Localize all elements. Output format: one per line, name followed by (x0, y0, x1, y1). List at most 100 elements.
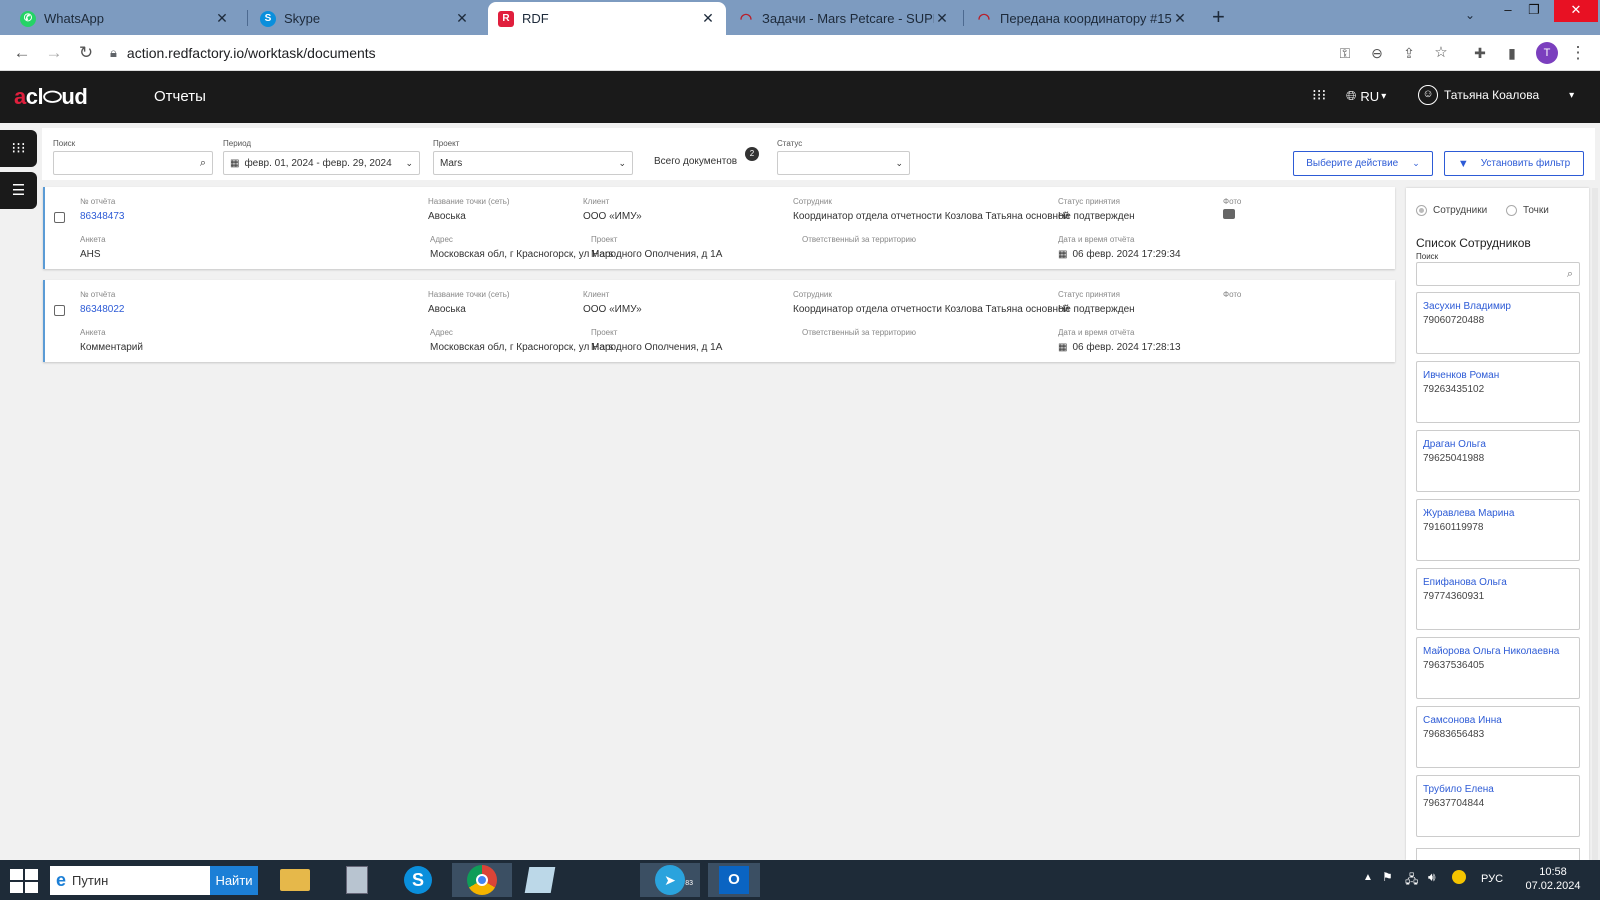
notes-app-icon[interactable] (520, 863, 560, 897)
share-icon[interactable]: ⇪ (1397, 41, 1421, 65)
address-bar[interactable]: 🔒︎ action.redfactory.io/worktask/documen… (110, 39, 1350, 67)
employee-name[interactable]: Засухин Владимир (1423, 300, 1573, 314)
employee-name[interactable]: Ивченков Роман (1423, 369, 1573, 383)
close-icon[interactable]: ✕ (454, 10, 470, 27)
project-select[interactable]: Mars ⌄ (433, 151, 633, 175)
key-icon[interactable]: ⚿ (1333, 41, 1357, 65)
chevron-down-icon: ⌄ (895, 157, 903, 168)
employee-card[interactable]: Майорова Ольга Николаевна 79637536405 (1416, 637, 1580, 699)
radio-employees[interactable]: Сотрудники (1416, 205, 1487, 216)
employee-phone: 79625041988 (1423, 453, 1485, 464)
employees-list-title: Список Сотрудников (1416, 236, 1531, 250)
explorer-icon[interactable] (275, 863, 315, 897)
report-card[interactable]: № отчёта 86348022 Название точки (сеть) … (43, 280, 1395, 362)
close-icon[interactable]: ✕ (1172, 10, 1188, 27)
datetime-row: ▦ 06 февр. 2024 17:28:13 (1058, 342, 1181, 353)
profile-avatar[interactable]: T (1536, 42, 1558, 64)
action-center-flag-icon[interactable]: ⚑ (1382, 870, 1393, 884)
tab-whatsapp[interactable]: ✆ WhatsApp ✕ (10, 2, 240, 35)
calendar-icon: ▦ (1058, 249, 1068, 260)
report-checkbox[interactable] (54, 305, 65, 316)
apps-menu-button[interactable]: ⁝⁝⁝ (0, 130, 37, 167)
restore-button[interactable]: ❐ (1512, 0, 1556, 22)
taskbar-search-input[interactable]: e Путин (50, 866, 210, 895)
report-checkbox[interactable] (54, 212, 65, 223)
extensions-icon[interactable]: ✚ (1468, 41, 1492, 65)
report-number-link[interactable]: 86348473 (80, 211, 125, 222)
employee-card[interactable]: Засухин Владимир 79060720488 (1416, 292, 1580, 354)
employee-name[interactable]: Трубило Елена (1423, 783, 1573, 797)
network-icon[interactable]: 🖧︎ (1405, 870, 1418, 891)
language-selector[interactable]: 🌐︎ RU ▾ (1346, 88, 1386, 104)
status-select[interactable]: ⌄ (777, 151, 910, 175)
new-tab-button[interactable]: + (1212, 4, 1225, 30)
user-menu[interactable]: ☺ Татьяна Коалова ▾ (1418, 85, 1574, 105)
close-icon[interactable]: ✕ (700, 10, 716, 27)
hamburger-menu-button[interactable]: ☰ (0, 172, 37, 209)
employee-card[interactable]: Трубило Елена 79637704844 (1416, 775, 1580, 837)
employee-name[interactable]: Самсонова Инна (1423, 714, 1573, 728)
employee-card[interactable]: Журавлева Марина 79160119978 (1416, 499, 1580, 561)
browser-menu-icon[interactable]: ⋮ (1566, 41, 1590, 65)
skype-icon[interactable]: S (398, 863, 438, 897)
telegram-icon[interactable]: ➤ 83 (640, 863, 700, 897)
employee-name[interactable]: Майорова Ольга Николаевна (1423, 645, 1573, 659)
tab-coordinator[interactable]: ◠ Передана координатору #1562 ✕ (966, 2, 1198, 35)
clock[interactable]: 10:58 07.02.2024 (1518, 866, 1588, 892)
panel-search-input[interactable]: ⌕ (1416, 262, 1580, 286)
tray-expand-icon[interactable]: ▲ (1363, 872, 1373, 883)
form-label: Анкета (80, 235, 106, 244)
close-icon[interactable]: ✕ (214, 10, 230, 27)
project-label: Проект (591, 328, 618, 337)
calculator-icon[interactable] (337, 863, 377, 897)
client-label: Клиент (583, 290, 610, 299)
point-label: Название точки (сеть) (428, 290, 510, 299)
employee-label: Сотрудник (793, 290, 832, 299)
employee-card[interactable]: Ивченков Роман 79263435102 (1416, 361, 1580, 423)
search-input[interactable]: ⌕ (53, 151, 213, 175)
employee-name[interactable]: Журавлева Марина (1423, 507, 1573, 521)
tray-app-icon[interactable] (1452, 870, 1466, 884)
tab-skype[interactable]: S Skype ✕ (250, 2, 480, 35)
globe-icon: 🌐︎ (1346, 88, 1357, 103)
apps-grid-icon[interactable]: ⁝⁝⁝ (1312, 86, 1326, 104)
close-icon[interactable]: ✕ (934, 10, 950, 27)
app-logo[interactable]: aacloudcl⬭ud (14, 84, 88, 110)
bookmark-star-icon[interactable]: ☆ (1429, 41, 1453, 65)
employee-card[interactable]: Епифанова Ольга 79774360931 (1416, 568, 1580, 630)
tab-mars-tasks[interactable]: ◠ Задачи - Mars Petcare - SUPPOR ✕ (728, 2, 960, 35)
volume-icon[interactable]: 🔊︎ (1428, 870, 1436, 885)
choose-action-button[interactable]: Выберите действие ⌄ (1293, 151, 1433, 176)
app-header: aacloudcl⬭ud Отчеты ⁝⁝⁝ 🌐︎ RU ▾ ☺ Татьян… (0, 71, 1600, 123)
close-window-button[interactable]: ✕ (1554, 0, 1598, 22)
employee-name[interactable]: Епифанова Ольга (1423, 576, 1573, 590)
outlook-icon[interactable]: O (708, 863, 760, 897)
employee-card[interactable]: Самсонова Инна 79683656483 (1416, 706, 1580, 768)
report-number-link[interactable]: 86348022 (80, 304, 125, 315)
zoom-icon[interactable]: ⊖ (1365, 41, 1389, 65)
client-value: ООО «ИМУ» (583, 304, 642, 315)
taskbar-search-button[interactable]: Найти (210, 866, 258, 895)
radio-points[interactable]: Точки (1506, 205, 1549, 216)
input-language[interactable]: РУС (1481, 873, 1503, 885)
tab-rdf[interactable]: R RDF ✕ (488, 2, 726, 35)
set-filter-button[interactable]: ▼ Установить фильтр (1444, 151, 1584, 176)
camera-icon[interactable] (1223, 209, 1235, 219)
employee-name[interactable]: Драган Ольга (1423, 438, 1573, 452)
language-label: RU (1360, 88, 1380, 104)
reload-button[interactable]: ↻ (74, 41, 98, 65)
side-panel-icon[interactable]: ▮ (1500, 41, 1524, 65)
back-button[interactable]: ← (10, 41, 34, 65)
chrome-icon[interactable] (452, 863, 512, 897)
period-picker[interactable]: ▦ февр. 01, 2024 - февр. 29, 2024 ⌄ (223, 151, 420, 175)
employee-card[interactable] (1416, 848, 1580, 860)
forward-button[interactable]: → (42, 41, 66, 65)
employee-phone: 79637536405 (1423, 660, 1485, 671)
tab-search-chevron-icon[interactable]: ⌄ (1465, 8, 1475, 22)
windows-start-icon[interactable] (10, 869, 38, 893)
rdf-icon: R (498, 10, 514, 27)
search-icon: ⌕ (1566, 267, 1573, 280)
employee-card[interactable]: Драган Ольга 79625041988 (1416, 430, 1580, 492)
report-card[interactable]: № отчёта 86348473 Название точки (сеть) … (43, 187, 1395, 269)
scrollbar[interactable] (1592, 188, 1598, 860)
